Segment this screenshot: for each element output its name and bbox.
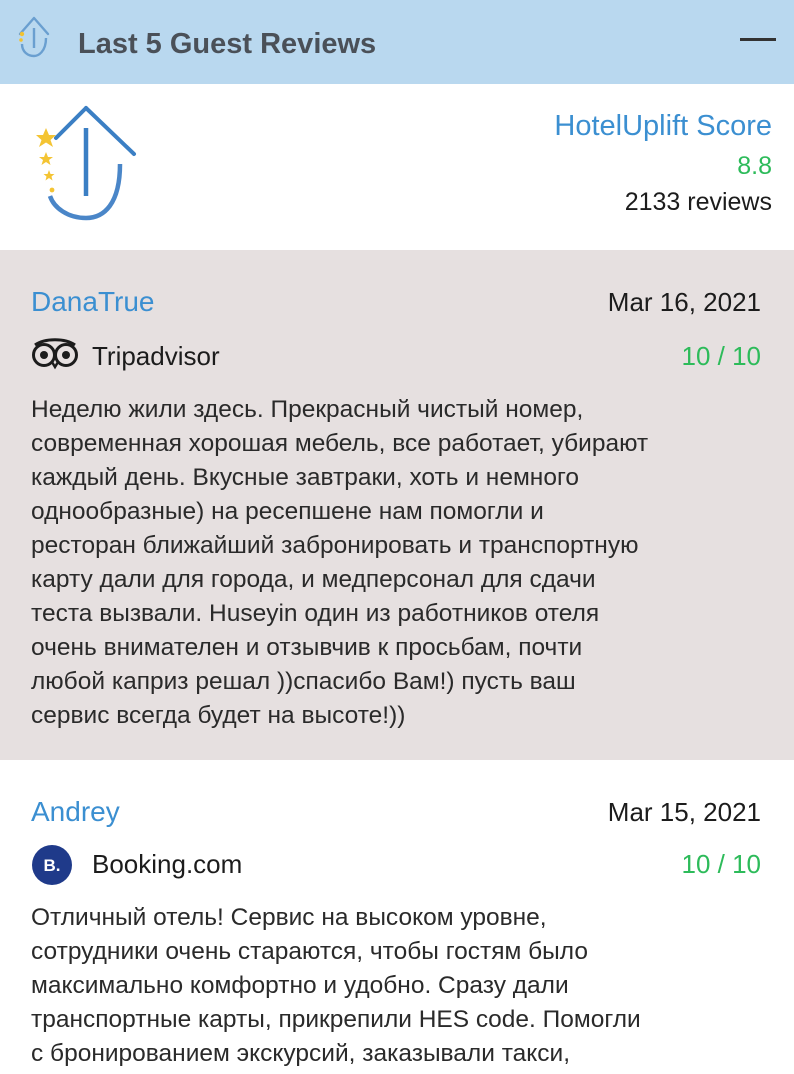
booking-b-icon: B. <box>32 845 72 885</box>
review-text-line: очень внимателен и отзывчив к просьбам, … <box>31 634 583 661</box>
review-date: Mar 16, 2021 <box>607 287 761 317</box>
review-text-line: сотрудники очень стараются, чтобы гостям… <box>31 938 588 965</box>
review-text: Отличный отель! Сервис на высоком уровне… <box>31 901 771 1071</box>
review-text-line: с бронированием экскурсий, заказывали та… <box>31 1040 571 1067</box>
hoteluplift-logo-icon <box>18 16 50 58</box>
review-text-line: максимально комфортно и удобно. Сразу да… <box>31 972 569 999</box>
minus-icon[interactable] <box>740 38 776 41</box>
review-text-line: теста вызвали. Huseyin один из работнико… <box>31 600 600 627</box>
reviewer-name[interactable]: DanaTrue <box>31 286 154 318</box>
score-value: 8.8 <box>737 152 772 180</box>
review-text-line: карту дали для города, и медперсонал для… <box>31 566 596 593</box>
review-text-line: транспортные карты, прикрепили HES code.… <box>31 1006 641 1033</box>
reviews-header[interactable]: Last 5 Guest Reviews <box>0 0 794 84</box>
review-source: Booking.com <box>92 849 243 879</box>
review-text-line: любой каприз решал ))спасибо Вам!) пусть… <box>31 668 576 695</box>
review-text-line: однообразные) на ресепшене нам помогли и <box>31 498 544 525</box>
tripadvisor-owl-icon <box>32 338 78 370</box>
score-title: HotelUplift Score <box>554 110 772 142</box>
review-count: 2133 reviews <box>624 188 772 216</box>
review-text: Неделю жили здесь. Прекрасный чистый ном… <box>31 393 771 733</box>
review-text-line: Неделю жили здесь. Прекрасный чистый ном… <box>31 396 584 423</box>
review-rating: 10 / 10 <box>681 849 761 879</box>
review-date: Mar 15, 2021 <box>607 797 761 827</box>
reviews-header-title: Last 5 Guest Reviews <box>78 28 377 60</box>
hoteluplift-logo-large-icon <box>36 106 136 221</box>
review-text-line: сервис всегда будет на высоте!)) <box>31 702 406 729</box>
reviewer-name[interactable]: Andrey <box>31 796 120 828</box>
review-rating: 10 / 10 <box>681 341 761 371</box>
review-text-line: ресторан ближайший забронировать и транс… <box>31 532 639 559</box>
review-card: DanaTrue Mar 16, 2021 Tripadvisor 10 / 1… <box>0 250 794 760</box>
review-source: Tripadvisor <box>92 341 220 371</box>
review-text-line: каждый день. Вкусные завтраки, хоть и не… <box>31 464 579 491</box>
booking-b-letter: B. <box>44 856 61 875</box>
review-text-line: Отличный отель! Сервис на высоком уровне… <box>31 904 547 931</box>
review-text-line: современная хорошая мебель, все работает… <box>31 430 649 457</box>
review-card: Andrey Mar 15, 2021 B. Booking.com 10 / … <box>0 760 794 1074</box>
